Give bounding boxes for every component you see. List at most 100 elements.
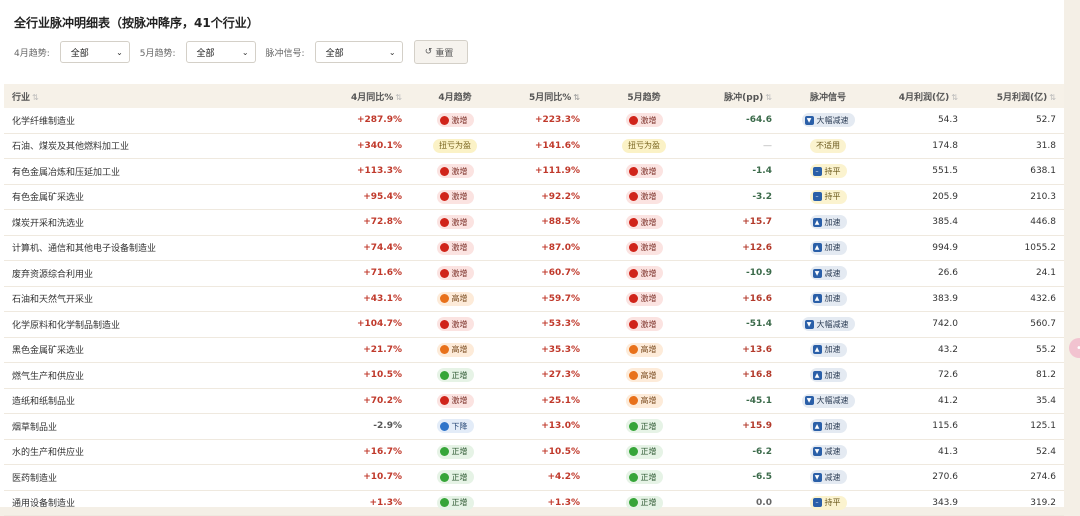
signal-badge: ▼减速 xyxy=(810,445,847,459)
table-row[interactable]: 煤炭开采和洗选业+72.8%激增+88.5%激增+15.7▲加速385.4446… xyxy=(4,210,1064,236)
signal-badge: ▲加速 xyxy=(810,419,847,433)
may-profit: 55.2 xyxy=(958,345,1060,355)
may-profit: 52.7 xyxy=(958,115,1060,125)
table-row[interactable]: 造纸和纸制品业+70.2%激增+25.1%高增-45.1▼大幅减速41.235.… xyxy=(4,389,1064,415)
may-profit: 1055.2 xyxy=(958,243,1060,253)
may-yoy: +4.2% xyxy=(506,472,580,482)
col-header-apr-profit[interactable]: 4月利润(亿)⇅ xyxy=(884,90,958,103)
col-header-may-yoy[interactable]: 5月同比%⇅ xyxy=(506,90,580,103)
trend-dot-icon xyxy=(629,396,638,405)
apr-yoy: +70.2% xyxy=(252,396,404,406)
may-profit: 446.8 xyxy=(958,217,1060,227)
pulse-signal-label: 脉冲信号: xyxy=(266,46,305,59)
apr-profit: 174.8 xyxy=(884,141,958,151)
may-profit: 35.4 xyxy=(958,396,1060,406)
arrow-down-icon: ▼ xyxy=(805,396,814,405)
trend-badge: 激增 xyxy=(626,241,663,255)
table-row[interactable]: 计算机、通信和其他电子设备制造业+74.4%激增+87.0%激增+12.6▲加速… xyxy=(4,236,1064,262)
trend-badge: 正增 xyxy=(437,470,474,484)
table-row[interactable]: 有色金属冶炼和压延加工业+113.3%激增+111.9%激增-1.4–持平551… xyxy=(4,159,1064,185)
table-row[interactable]: 医药制造业+10.7%正增+4.2%正增-6.5▼减速270.6274.6 xyxy=(4,465,1064,491)
trend-dot-icon xyxy=(440,294,449,303)
trend-badge: 激增 xyxy=(437,266,474,280)
trend-dot-icon xyxy=(440,269,449,278)
apr-profit: 115.6 xyxy=(884,421,958,431)
pulse-value: — xyxy=(708,141,772,151)
may-trend-value: 全部 xyxy=(197,46,215,59)
apr-trend-cell: 激增 xyxy=(404,266,506,280)
table-row[interactable]: 石油和天然气开采业+43.1%高增+59.7%激增+16.6▲加速383.943… xyxy=(4,287,1064,313)
table-row[interactable]: 黑色金属矿采选业+21.7%高增+35.3%高增+13.6▲加速43.255.2 xyxy=(4,338,1064,364)
signal-badge: –持平 xyxy=(810,190,847,204)
trend-badge: 正增 xyxy=(437,445,474,459)
may-trend-cell: 高增 xyxy=(580,368,708,382)
apr-yoy: +43.1% xyxy=(252,294,404,304)
april-trend-value: 全部 xyxy=(71,46,89,59)
trend-dot-icon xyxy=(629,294,638,303)
table-row[interactable]: 烟草制品业-2.9%下降+13.0%正增+15.9▲加速115.6125.1 xyxy=(4,414,1064,440)
col-header-name[interactable]: 行业⇅ xyxy=(4,90,252,103)
may-yoy: +25.1% xyxy=(506,396,580,406)
may-trend-select[interactable]: 全部 ⌄ xyxy=(186,41,256,63)
may-yoy: +1.3% xyxy=(506,498,580,508)
apr-profit: 26.6 xyxy=(884,268,958,278)
table-row[interactable]: 有色金属矿采选业+95.4%激增+92.2%激增-3.2–持平205.9210.… xyxy=(4,185,1064,211)
may-trend-label: 5月趋势: xyxy=(140,46,176,59)
signal-badge: ▼大幅减速 xyxy=(802,394,855,408)
signal-cell: –持平 xyxy=(772,190,884,204)
may-yoy: +141.6% xyxy=(506,141,580,151)
arrow-up-icon: ▲ xyxy=(813,218,822,227)
reset-button[interactable]: ↺ 重置 xyxy=(414,40,468,64)
trend-badge: 激增 xyxy=(437,317,474,331)
pulse-value: -51.4 xyxy=(708,319,772,329)
reset-button-label: 重置 xyxy=(435,46,453,59)
side-assistant-button[interactable]: • xyxy=(1069,338,1080,358)
may-trend-cell: 正增 xyxy=(580,419,708,433)
table-row[interactable]: 废弃资源综合利用业+71.6%激增+60.7%激增-10.9▼减速26.624.… xyxy=(4,261,1064,287)
col-header-pulse[interactable]: 脉冲(pp)⇅ xyxy=(708,90,772,103)
table-row[interactable]: 通用设备制造业+1.3%正增+1.3%正增0.0–持平343.9319.2 xyxy=(4,491,1064,516)
apr-yoy: +287.9% xyxy=(252,115,404,125)
table-row[interactable]: 化学原料和化学制品制造业+104.7%激增+53.3%激增-51.4▼大幅减速7… xyxy=(4,312,1064,338)
apr-yoy: +340.1% xyxy=(252,141,404,151)
industry-name: 水的生产和供应业 xyxy=(4,445,252,458)
pulse-value: -6.5 xyxy=(708,472,772,482)
trend-badge: 激增 xyxy=(626,164,663,178)
trend-dot-icon xyxy=(440,192,449,201)
industry-name: 有色金属冶炼和压延加工业 xyxy=(4,165,252,178)
col-header-apr-yoy[interactable]: 4月同比%⇅ xyxy=(252,90,404,103)
trend-dot-icon xyxy=(629,243,638,252)
table-row[interactable]: 化学纤维制造业+287.9%激增+223.3%激增-64.6▼大幅减速54.35… xyxy=(4,108,1064,134)
arrow-up-icon: ▲ xyxy=(813,294,822,303)
trend-dot-icon xyxy=(629,192,638,201)
signal-cell: ▼大幅减速 xyxy=(772,394,884,408)
apr-yoy: +74.4% xyxy=(252,243,404,253)
may-trend-cell: 激增 xyxy=(580,292,708,306)
apr-trend-cell: 激增 xyxy=(404,241,506,255)
trend-badge: 激增 xyxy=(437,394,474,408)
may-profit: 210.3 xyxy=(958,192,1060,202)
april-trend-select[interactable]: 全部 ⌄ xyxy=(60,41,130,63)
trend-dot-icon xyxy=(440,447,449,456)
pulse-value: +13.6 xyxy=(708,345,772,355)
col-header-may-profit[interactable]: 5月利润(亿)⇅ xyxy=(958,90,1060,103)
signal-badge: ▲加速 xyxy=(810,215,847,229)
table-row[interactable]: 燃气生产和供应业+10.5%正增+27.3%高增+16.8▲加速72.681.2 xyxy=(4,363,1064,389)
trend-badge: 高增 xyxy=(437,343,474,357)
signal-badge: –持平 xyxy=(810,496,847,510)
arrow-down-icon: ▼ xyxy=(805,116,814,125)
arrow-up-icon: ▲ xyxy=(813,422,822,431)
may-trend-cell: 高增 xyxy=(580,343,708,357)
signal-badge: ▼大幅减速 xyxy=(802,317,855,331)
table-row[interactable]: 水的生产和供应业+16.7%正增+10.5%正增-6.2▼减速41.352.4 xyxy=(4,440,1064,466)
trend-badge: 高增 xyxy=(437,292,474,306)
filter-bar: 4月趋势: 全部 ⌄ 5月趋势: 全部 ⌄ 脉冲信号: 全部 ⌄ ↺ 重置 xyxy=(14,40,468,64)
may-yoy: +60.7% xyxy=(506,268,580,278)
trend-badge: 激增 xyxy=(437,215,474,229)
apr-trend-cell: 激增 xyxy=(404,317,506,331)
sort-icon: ⇅ xyxy=(765,93,772,102)
signal-badge: 不适用 xyxy=(810,139,846,153)
pulse-signal-select[interactable]: 全部 ⌄ xyxy=(315,41,403,63)
industry-name: 造纸和纸制品业 xyxy=(4,394,252,407)
table-row[interactable]: 石油、煤炭及其他燃料加工业+340.1%扭亏为盈+141.6%扭亏为盈—不适用1… xyxy=(4,134,1064,160)
